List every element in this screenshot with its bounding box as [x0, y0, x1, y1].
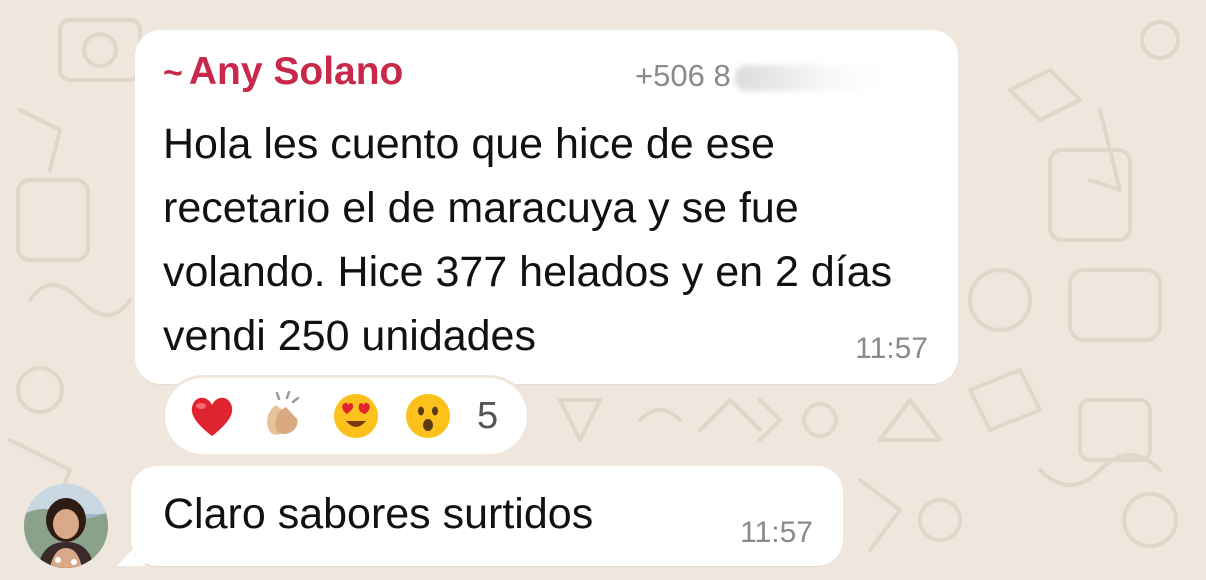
- surprised-face-emoji: [406, 394, 450, 438]
- redacted-phone-blur: [734, 64, 885, 91]
- message-bubble[interactable]: ~ Any Solano +506 8 Hola les cuento que …: [135, 30, 958, 384]
- reactions-bar[interactable]: 5: [165, 378, 527, 454]
- sender-name[interactable]: Any Solano: [189, 50, 404, 94]
- sender-prefix: ~: [163, 54, 183, 92]
- message-text: Claro sabores surtidos: [163, 490, 594, 538]
- heart-eyes-emoji: [334, 394, 378, 438]
- heart-emoji: [191, 397, 233, 436]
- sender-phone: +506 8: [635, 58, 885, 94]
- clapping-hands-emoji: [267, 391, 300, 435]
- message-bubble[interactable]: Claro sabores surtidos 11:57: [131, 466, 843, 566]
- avatar-photo: [24, 484, 108, 568]
- message-time: 11:57: [740, 516, 813, 549]
- avatar[interactable]: [24, 484, 108, 568]
- sender-phone-text: +506 8: [635, 58, 731, 93]
- sender-header: ~ Any Solano: [163, 50, 403, 94]
- message-time: 11:57: [855, 332, 928, 365]
- reaction-count: 5: [477, 394, 499, 437]
- message-text: Hola les cuento que hice de ese recetari…: [163, 120, 893, 360]
